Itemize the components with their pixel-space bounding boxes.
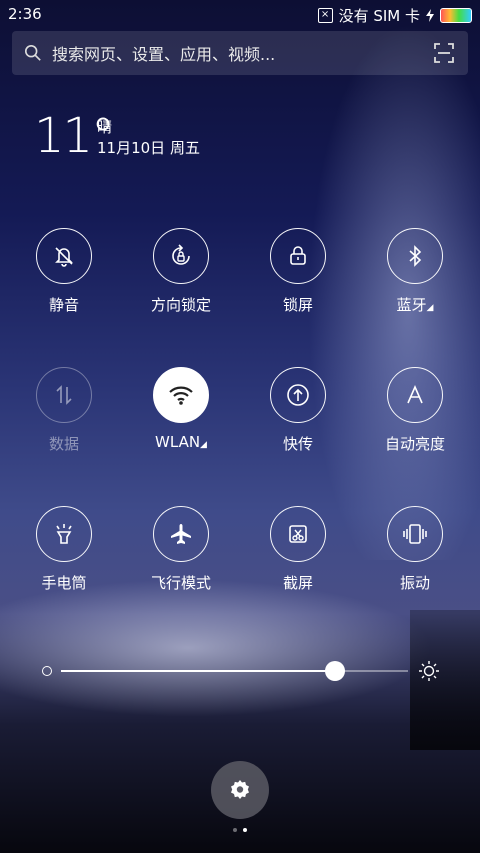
no-sim-icon: × [317, 8, 333, 23]
screenshot-icon [289, 525, 307, 543]
data-arrows-icon [56, 385, 72, 405]
brightness-high-icon [419, 661, 439, 681]
vibrate-icon [403, 524, 427, 544]
expand-arrow-icon: ◢ [200, 440, 207, 450]
toggle-label: 手电筒 [41, 574, 87, 592]
toggle-label-wrap: WLAN◢ [126, 433, 236, 451]
toggle-mute-circle[interactable] [36, 228, 92, 284]
status-right: × 没有 SIM 卡 [317, 5, 472, 26]
toggle-label: 方向锁定 [150, 296, 211, 314]
toggle-label: 快传 [282, 435, 313, 453]
toggle-screenshot[interactable]: 截屏 [243, 506, 353, 593]
flashlight-icon [56, 524, 72, 544]
toggle-bluetooth[interactable]: 蓝牙◢ [360, 228, 470, 315]
toggle-flashlight-circle[interactable] [36, 506, 92, 562]
scan-icon[interactable] [434, 43, 454, 63]
weather-condition: 晴 [97, 118, 113, 136]
brightness-track[interactable] [61, 661, 408, 681]
toggle-wlan[interactable]: WLAN◢ [126, 367, 236, 451]
toggle-vibrate-circle[interactable] [387, 506, 443, 562]
toggle-data-circle[interactable] [36, 367, 92, 423]
toggle-auto-brightness-circle[interactable] [387, 367, 443, 423]
page-indicator [233, 828, 247, 832]
status-bar: 2:36 × 没有 SIM 卡 [0, 0, 480, 28]
battery-icon [440, 8, 472, 23]
page-dot-active [243, 828, 247, 832]
search-bar[interactable]: 搜索网页、设置、应用、视频... [12, 31, 468, 75]
toggle-rotation-lock-circle[interactable] [153, 228, 209, 284]
lock-icon [290, 246, 306, 265]
toggle-rotation-lock[interactable]: 方向锁定 [126, 228, 236, 315]
auto-brightness-icon [407, 385, 423, 404]
toggle-wlan-circle[interactable] [153, 367, 209, 423]
brightness-low-icon [42, 666, 52, 676]
toggle-label: 蓝牙 [396, 296, 427, 314]
charging-icon [426, 9, 434, 22]
share-upload-icon [287, 384, 309, 406]
toggle-quick-share-circle[interactable] [270, 367, 326, 423]
brightness-fill [61, 670, 336, 672]
toggle-label: 飞行模式 [150, 574, 211, 592]
expand-arrow-icon: ◢ [426, 303, 434, 313]
brightness-slider[interactable] [40, 658, 440, 684]
search-placeholder: 搜索网页、设置、应用、视频... [52, 45, 276, 64]
wifi-icon [169, 386, 193, 405]
page-dot [233, 828, 237, 832]
toggle-label: 自动亮度 [384, 435, 445, 453]
toggle-flashlight[interactable]: 手电筒 [9, 506, 119, 593]
toggle-label: 截屏 [282, 574, 313, 592]
bluetooth-icon [409, 245, 422, 267]
toggle-label: 静音 [48, 296, 79, 314]
toggle-data[interactable]: 数据 [9, 367, 119, 454]
gear-icon [231, 780, 249, 799]
airplane-icon [171, 524, 191, 544]
toggle-airplane-mode[interactable]: 飞行模式 [126, 506, 236, 593]
sim-status-text: 没有 SIM 卡 [338, 7, 420, 25]
toggle-mute[interactable]: 静音 [9, 228, 119, 315]
toggle-bluetooth-circle[interactable] [387, 228, 443, 284]
status-time: 2:36 [8, 5, 42, 23]
toggle-airplane-mode-circle[interactable] [153, 506, 209, 562]
toggle-quick-share[interactable]: 快传 [243, 367, 353, 454]
toggle-label: 数据 [48, 435, 79, 453]
toggle-label: WLAN [155, 433, 201, 451]
toggle-screenshot-circle[interactable] [270, 506, 326, 562]
toggle-auto-brightness[interactable]: 自动亮度 [360, 367, 470, 454]
rotation-lock-icon [172, 244, 190, 265]
weather-date: 11月10日 周五 [97, 139, 200, 157]
toggle-label-wrap: 蓝牙◢ [360, 294, 470, 315]
settings-button[interactable] [211, 761, 269, 819]
bell-off-icon [55, 247, 73, 267]
toggle-lock-screen[interactable]: 锁屏 [243, 228, 353, 315]
toggle-label: 锁屏 [282, 296, 313, 314]
toggle-label: 振动 [399, 574, 430, 592]
toggle-vibrate[interactable]: 振动 [360, 506, 470, 593]
search-icon [24, 44, 41, 61]
brightness-thumb[interactable] [325, 661, 346, 681]
toggle-lock-screen-circle[interactable] [270, 228, 326, 284]
